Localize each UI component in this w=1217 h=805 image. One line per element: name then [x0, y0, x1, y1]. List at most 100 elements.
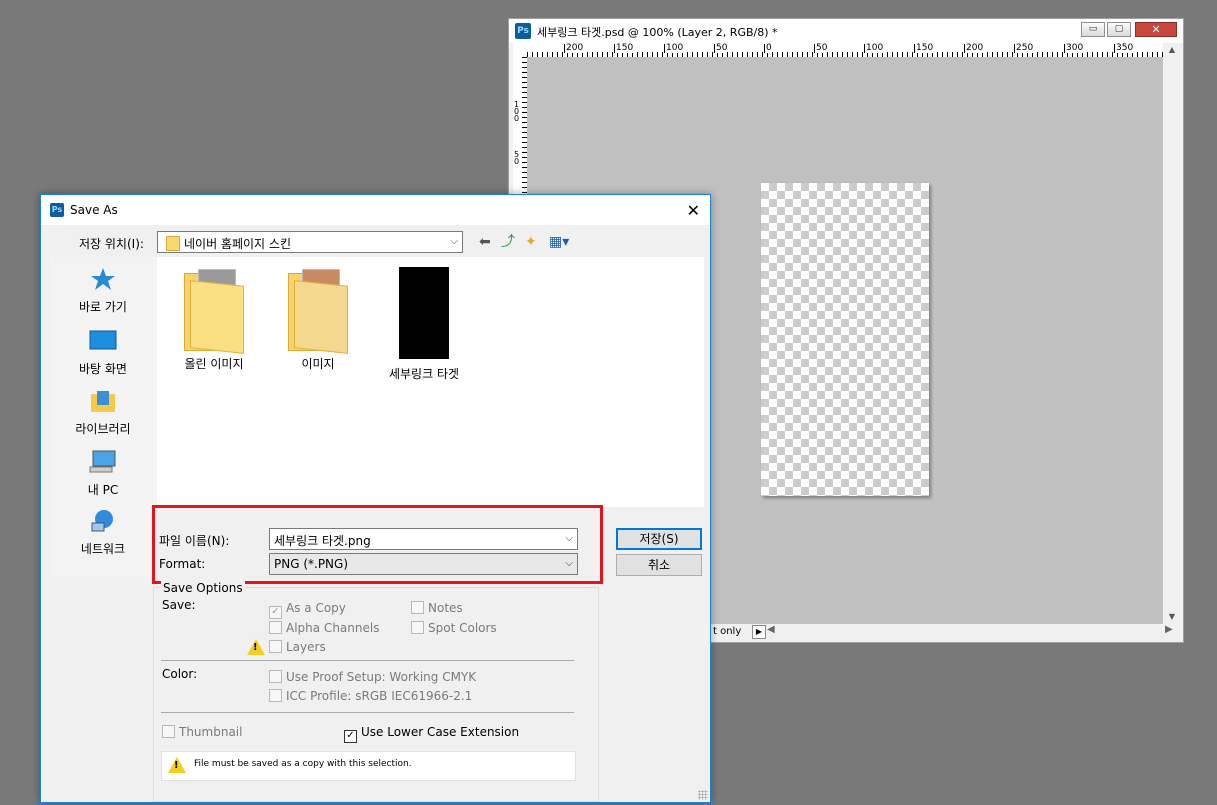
file-item[interactable]: 올린 이미지 — [169, 269, 259, 372]
place-libraries[interactable]: 라이브러리 — [49, 389, 157, 437]
document-title-bar[interactable]: Ps 세부링크 타겟.psd @ 100% (Layer 2, RGB/8) *… — [509, 19, 1183, 43]
close-icon[interactable]: ✕ — [687, 201, 700, 220]
close-button[interactable]: ✕ — [1135, 22, 1177, 37]
file-list[interactable]: 올린 이미지 이미지 세부링크 타겟 — [157, 257, 704, 507]
image-thumbnail — [399, 267, 449, 359]
horizontal-ruler[interactable]: 200 150 100 50 0 50 100 150 200 250 300 … — [527, 43, 1163, 58]
use-proof-setup-checkbox[interactable]: Use Proof Setup: Working CMYK — [269, 670, 476, 684]
checkbox-box — [269, 621, 282, 634]
check-icon: ✓ — [344, 730, 357, 743]
checkbox-label: Alpha Channels — [286, 621, 380, 635]
checkbox-box — [269, 670, 282, 683]
filename-label: 파일 이름(N): — [159, 534, 230, 548]
lower-case-extension-checkbox[interactable]: ✓ Use Lower Case Extension — [344, 725, 519, 743]
ruler-tick-label: 150 — [614, 43, 634, 53]
save-in-dropdown[interactable]: 네이버 홈페이지 스킨 ⌵ — [157, 231, 463, 253]
format-select[interactable]: PNG (*.PNG) ⌵ — [269, 553, 578, 575]
file-item[interactable]: 세부링크 타겟 — [379, 267, 469, 382]
vertical-scrollbar[interactable]: ▲ ▼ — [1165, 43, 1179, 624]
ruler-origin[interactable] — [513, 43, 528, 58]
status-text: t only — [713, 626, 742, 637]
file-name: 올린 이미지 — [184, 357, 244, 371]
checkbox-box — [162, 725, 175, 738]
ruler-tick-label: 50 — [514, 151, 522, 166]
transparent-canvas[interactable] — [761, 183, 929, 496]
save-as-dialog[interactable]: Ps Save As ✕ 저장 위치(I): 네이버 홈페이지 스킨 ⌵ ⬅ ⤴… — [40, 194, 711, 803]
format-value: PNG (*.PNG) — [274, 557, 349, 571]
minimize-button[interactable]: ▭ — [1081, 22, 1105, 37]
place-quick-access[interactable]: 바로 가기 — [49, 267, 157, 315]
scroll-left-icon[interactable]: ◀ — [767, 624, 775, 635]
place-label: 라이브러리 — [75, 422, 131, 436]
checkbox-label: Layers — [286, 640, 326, 654]
file-name: 세부링크 타겟 — [388, 367, 460, 381]
ruler-tick-label: 100 — [514, 101, 522, 123]
alpha-channels-checkbox[interactable]: Alpha Channels — [269, 621, 379, 635]
ruler-tick-label: 0 — [764, 43, 772, 53]
view-menu-icon[interactable]: ▦▾ — [549, 235, 569, 249]
status-bar: t only ▶ ◀ ▶ — [705, 624, 1181, 640]
places-bar: 바로 가기 바탕 화면 라이브러리 내 PC 네트워크 — [49, 257, 157, 577]
place-desktop[interactable]: 바탕 화면 — [49, 329, 157, 377]
place-network[interactable]: 네트워크 — [49, 509, 157, 557]
place-label: 네트워크 — [80, 542, 126, 556]
star-icon — [91, 268, 115, 290]
checkbox-label: Thumbnail — [179, 725, 243, 739]
resize-grip[interactable] — [698, 790, 708, 800]
status-menu-arrow-icon[interactable]: ▶ — [752, 625, 766, 639]
icc-profile-checkbox[interactable]: ICC Profile: sRGB IEC61966-2.1 — [269, 689, 472, 703]
save-button[interactable]: 저장(S) — [616, 528, 702, 550]
chevron-down-icon: ⌵ — [565, 533, 573, 544]
file-item[interactable]: 이미지 — [273, 269, 363, 372]
ruler-tick-label: 200 — [564, 43, 584, 53]
chevron-down-icon: ⌵ — [565, 558, 573, 569]
folder-icon — [184, 269, 244, 354]
as-a-copy-checkbox[interactable]: ✓ As a Copy — [269, 601, 346, 619]
warning-message: ! File must be saved as a copy with this… — [161, 751, 576, 781]
checkbox-label: Spot Colors — [428, 621, 497, 635]
scroll-right-icon[interactable]: ▶ — [1165, 624, 1173, 635]
color-label: Color: — [162, 667, 198, 681]
save-in-value: 네이버 홈페이지 스킨 — [184, 237, 291, 251]
filename-field[interactable]: 세부링크 타겟.png ⌵ — [269, 528, 578, 550]
new-folder-icon[interactable]: ✦ — [525, 235, 537, 249]
thumbnail-checkbox[interactable]: Thumbnail — [162, 725, 242, 739]
scroll-down-icon[interactable]: ▼ — [1165, 610, 1179, 624]
save-in-label: 저장 위치(I): — [79, 237, 144, 251]
computer-icon — [89, 450, 116, 473]
warning-icon: ! — [247, 639, 265, 655]
ruler-tick-label: 100 — [864, 43, 884, 53]
maximize-button[interactable]: ▢ — [1107, 22, 1131, 37]
vertical-ruler[interactable]: 100 50 0 — [513, 57, 528, 217]
ruler-tick-label: 200 — [964, 43, 984, 53]
checkbox-label: ICC Profile: sRGB IEC61966-2.1 — [286, 689, 473, 703]
checkbox-label: As a Copy — [286, 601, 346, 615]
layers-checkbox[interactable]: Layers — [269, 640, 326, 654]
checkbox-box — [411, 601, 424, 614]
folder-icon — [288, 269, 348, 354]
cancel-button[interactable]: 취소 — [616, 554, 702, 576]
ruler-tick-label: 100 — [664, 43, 684, 53]
dialog-title: Save As — [70, 203, 118, 217]
folder-icon — [166, 236, 180, 251]
ruler-tick-label: 350 — [1114, 43, 1134, 53]
spot-colors-checkbox[interactable]: Spot Colors — [411, 621, 497, 635]
check-icon: ✓ — [269, 606, 282, 619]
ruler-tick-label: 300 — [1064, 43, 1084, 53]
place-label: 바로 가기 — [79, 300, 127, 314]
dialog-title-bar[interactable]: Ps Save As ✕ — [41, 195, 710, 225]
scroll-up-icon[interactable]: ▲ — [1165, 43, 1179, 57]
checkbox-label: Use Lower Case Extension — [361, 725, 520, 739]
place-label: 바탕 화면 — [79, 362, 127, 376]
place-this-pc[interactable]: 내 PC — [49, 450, 157, 498]
back-icon[interactable]: ⬅ — [479, 235, 491, 249]
divider — [161, 660, 574, 661]
warning-text: File must be saved as a copy with this s… — [194, 759, 412, 769]
notes-checkbox[interactable]: Notes — [411, 601, 463, 615]
filename-value: 세부링크 타겟.png — [274, 534, 371, 548]
up-folder-icon[interactable]: ⤴ — [501, 235, 515, 249]
network-icon — [91, 510, 113, 532]
ruler-tick-label: 250 — [1014, 43, 1034, 53]
chevron-down-icon: ⌵ — [450, 236, 458, 247]
checkbox-label: Notes — [428, 601, 463, 615]
